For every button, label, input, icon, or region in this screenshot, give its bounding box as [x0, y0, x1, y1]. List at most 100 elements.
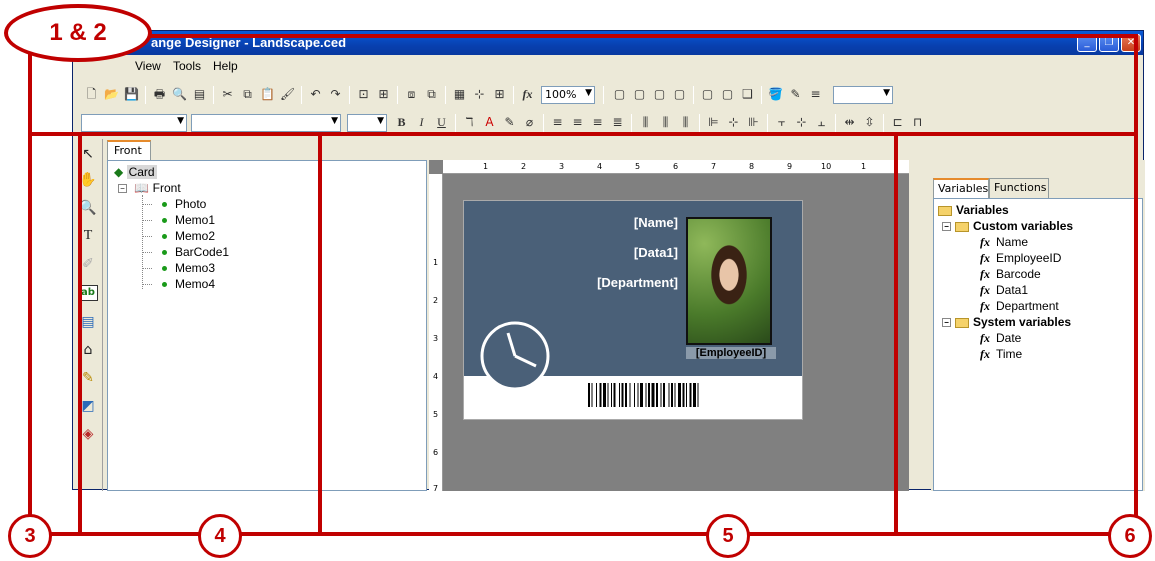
- valign-middle-icon[interactable]: ⫼: [657, 114, 674, 131]
- same-height-icon[interactable]: ⊓: [909, 114, 926, 131]
- font-color-icon[interactable]: A: [481, 114, 498, 131]
- align-centers-icon[interactable]: ⊹: [725, 114, 742, 131]
- font-style-select[interactable]: ▼: [81, 114, 187, 132]
- custom-variables-node[interactable]: − Custom variables: [942, 219, 1073, 233]
- cut-icon[interactable]: ✂: [219, 86, 236, 103]
- copy-icon[interactable]: ⧉: [239, 86, 256, 103]
- rotate-text-icon[interactable]: ℸ: [461, 114, 478, 131]
- highlight-icon[interactable]: ✎: [501, 114, 518, 131]
- font-size-select[interactable]: ▼: [347, 114, 387, 132]
- tree-root[interactable]: ◆ Card: [114, 165, 157, 179]
- tree-item[interactable]: Photo: [162, 197, 206, 211]
- underline-icon[interactable]: U: [433, 114, 450, 131]
- valign-top-icon[interactable]: ⫼: [637, 114, 654, 131]
- tree-item[interactable]: Memo3: [162, 261, 215, 275]
- variable-item[interactable]: fx Date: [980, 331, 1021, 346]
- tab-functions[interactable]: Functions: [989, 178, 1049, 198]
- frame-all-icon[interactable]: ▢: [699, 86, 716, 103]
- folder-icon: [955, 317, 969, 328]
- frame-right-icon[interactable]: ▢: [651, 86, 668, 103]
- variable-item[interactable]: fx Department: [980, 299, 1059, 314]
- frame-none-icon[interactable]: ▢: [719, 86, 736, 103]
- table-icon[interactable]: ⊞: [491, 86, 508, 103]
- justify-icon[interactable]: ≣: [609, 114, 626, 131]
- line-width-select[interactable]: ▼: [833, 86, 893, 104]
- design-canvas[interactable]: 1 2 3 4 5 6 7 8 9 10 1 1 2 3 4 5 6 7 [Na…: [429, 160, 909, 493]
- clear-format-icon[interactable]: ⌀: [521, 114, 538, 131]
- space-horizontal-icon[interactable]: ⇹: [841, 114, 858, 131]
- bring-front-icon[interactable]: ⧈: [403, 86, 420, 103]
- tree-item[interactable]: Memo4: [162, 277, 215, 291]
- align-bottoms-icon[interactable]: ⫠: [813, 114, 830, 131]
- grid-icon[interactable]: ▦: [451, 86, 468, 103]
- id-card[interactable]: [Name] [Data1] [Department] [EmployeeID]: [463, 200, 803, 420]
- frame-top-icon[interactable]: ▢: [671, 86, 688, 103]
- frame-left-icon[interactable]: ▢: [631, 86, 648, 103]
- barcode-graphic[interactable]: [588, 383, 788, 407]
- open-icon[interactable]: 📂: [103, 86, 120, 103]
- print-icon[interactable]: 🖶: [151, 86, 168, 103]
- paste-icon[interactable]: 📋: [259, 86, 276, 103]
- align-rights-icon[interactable]: ⊪: [745, 114, 762, 131]
- variable-label: Date: [996, 331, 1022, 345]
- variable-item[interactable]: fx Time: [980, 347, 1022, 362]
- tree-item[interactable]: Memo2: [162, 229, 215, 243]
- frame-icon[interactable]: ▢: [611, 86, 628, 103]
- redo-icon[interactable]: ↷: [327, 86, 344, 103]
- group-icon[interactable]: ⊡: [355, 86, 372, 103]
- valign-bottom-icon[interactable]: ⫼: [677, 114, 694, 131]
- space-vertical-icon[interactable]: ⇳: [861, 114, 878, 131]
- preview-icon[interactable]: 🔍: [171, 86, 188, 103]
- align-center-icon[interactable]: ≡: [569, 114, 586, 131]
- collapse-icon[interactable]: −: [942, 222, 951, 232]
- data1-field[interactable]: [Data1]: [534, 245, 678, 260]
- zoom-value: 100%: [545, 88, 577, 101]
- italic-icon[interactable]: I: [413, 114, 430, 131]
- employee-photo[interactable]: [686, 217, 772, 345]
- department-field[interactable]: [Department]: [504, 275, 678, 290]
- variable-item[interactable]: fx Barcode: [980, 267, 1041, 282]
- tree-item[interactable]: BarCode1: [162, 245, 229, 259]
- align-middles-icon[interactable]: ⊹: [793, 114, 810, 131]
- same-width-icon[interactable]: ⊏: [889, 114, 906, 131]
- variable-item[interactable]: fx EmployeeID: [980, 251, 1061, 266]
- zoom-select[interactable]: 100% ▼: [541, 86, 595, 104]
- align-tops-icon[interactable]: ⫟: [773, 114, 790, 131]
- menu-tools[interactable]: Tools: [173, 59, 201, 73]
- font-name-select[interactable]: ▼: [191, 114, 341, 132]
- bold-icon[interactable]: B: [393, 114, 410, 131]
- tree-page[interactable]: − 📖 Front: [118, 181, 181, 195]
- tab-front[interactable]: Front: [107, 140, 151, 160]
- menu-view[interactable]: View: [135, 59, 161, 73]
- save-icon[interactable]: 💾: [123, 86, 140, 103]
- line-style-icon[interactable]: ≡: [807, 86, 824, 103]
- send-back-icon[interactable]: ⧉: [423, 86, 440, 103]
- menu-help[interactable]: Help: [213, 59, 238, 73]
- fill-color-icon[interactable]: 🪣: [767, 86, 784, 103]
- vars-root[interactable]: Variables: [938, 203, 1009, 217]
- collapse-icon[interactable]: −: [118, 184, 127, 194]
- name-field[interactable]: [Name]: [534, 215, 678, 230]
- tab-variables[interactable]: Variables: [933, 178, 989, 198]
- system-variables-node[interactable]: − System variables: [942, 315, 1071, 329]
- variable-item[interactable]: fx Name: [980, 235, 1028, 250]
- align-left-icon[interactable]: ≡: [549, 114, 566, 131]
- barcode-bar: [596, 383, 597, 407]
- folder-icon: [955, 221, 969, 232]
- snap-grid-icon[interactable]: ⊹: [471, 86, 488, 103]
- ungroup-icon[interactable]: ⊞: [375, 86, 392, 103]
- align-right-icon[interactable]: ≡: [589, 114, 606, 131]
- align-lefts-icon[interactable]: ⊫: [705, 114, 722, 131]
- function-icon: fx: [980, 267, 990, 281]
- tree-item[interactable]: Memo1: [162, 213, 215, 227]
- undo-icon[interactable]: ↶: [307, 86, 324, 103]
- new-icon[interactable]: 🗋: [83, 86, 100, 103]
- page-setup-icon[interactable]: ▤: [191, 86, 208, 103]
- collapse-icon[interactable]: −: [942, 318, 951, 328]
- shadow-icon[interactable]: ❑: [739, 86, 756, 103]
- format-painter-icon[interactable]: 🖌: [279, 86, 296, 103]
- employee-id-field[interactable]: [EmployeeID]: [686, 347, 776, 359]
- function-icon[interactable]: fx: [519, 86, 536, 103]
- line-color-icon[interactable]: ✎: [787, 86, 804, 103]
- variable-item[interactable]: fx Data1: [980, 283, 1028, 298]
